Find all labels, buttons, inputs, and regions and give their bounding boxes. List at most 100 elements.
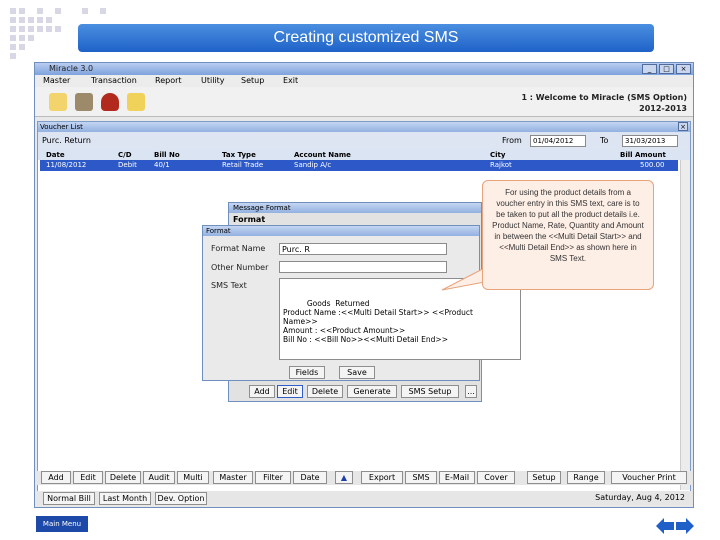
format-edit-button[interactable]: Edit — [277, 385, 303, 398]
new-document-icon[interactable] — [49, 93, 67, 111]
decorative-dot — [28, 26, 34, 32]
decorative-dot — [37, 17, 43, 23]
to-date-field[interactable]: 31/03/2013 — [622, 135, 678, 147]
from-date-field[interactable]: 01/04/2012 — [530, 135, 586, 147]
status-tab-dev-option[interactable]: Dev. Option — [155, 492, 207, 505]
decorative-dot — [10, 26, 16, 32]
decorative-dot — [55, 26, 61, 32]
decorative-dot — [19, 44, 25, 50]
close-button[interactable]: × — [676, 64, 691, 74]
menu-bar: Master Transaction Report Utility Setup … — [35, 75, 693, 87]
column-bill-amount[interactable]: Bill Amount — [620, 150, 666, 160]
add-button[interactable]: Add — [41, 471, 71, 484]
action-button-bar: Add Edit Delete Audit Multi Master Filte… — [37, 471, 693, 485]
decorative-dot — [37, 8, 43, 14]
menu-utility[interactable]: Utility — [201, 75, 225, 87]
menu-exit[interactable]: Exit — [283, 75, 298, 87]
format-generate-button[interactable]: Generate — [347, 385, 397, 398]
column-bill-no[interactable]: Bill No — [154, 150, 180, 160]
decorative-dot — [10, 44, 16, 50]
format-more-button[interactable]: ... — [465, 385, 477, 398]
money-bag-icon[interactable] — [101, 93, 119, 111]
audit-button[interactable]: Audit — [143, 471, 175, 484]
save-button[interactable]: Save — [339, 366, 375, 379]
main-menu-button[interactable]: Main Menu — [36, 516, 88, 532]
grid-header: Date C/D Bill No Tax Type Account Name C… — [38, 150, 690, 160]
format-tab[interactable]: Format — [231, 215, 265, 224]
sms-text-label: SMS Text — [211, 281, 247, 290]
voucher-list-scrollbar[interactable] — [680, 160, 690, 490]
column-cd[interactable]: C/D — [118, 150, 132, 160]
window-title: Miracle 3.0 — [35, 63, 693, 75]
cell-cd: Debit — [118, 161, 137, 169]
minimize-button[interactable]: _ — [642, 64, 657, 74]
column-city[interactable]: City — [490, 150, 505, 160]
format-dialog-title: Format — [203, 226, 479, 236]
fields-button[interactable]: Fields — [289, 366, 325, 379]
welcome-text: 1 : Welcome to Miracle (SMS Option) 2012… — [521, 93, 687, 113]
delete-button[interactable]: Delete — [105, 471, 141, 484]
date-button[interactable]: Date — [293, 471, 327, 484]
status-date: Saturday, Aug 4, 2012 — [595, 493, 685, 502]
message-format-title: Message Format — [229, 203, 481, 213]
export-button[interactable]: Export — [361, 471, 403, 484]
edit-button[interactable]: Edit — [73, 471, 103, 484]
decorative-dot — [10, 53, 16, 59]
voucher-list-close-button[interactable]: × — [678, 122, 688, 131]
status-bar: Normal Bill Last Month Dev. Option Satur… — [37, 491, 693, 505]
master-button[interactable]: Master — [213, 471, 253, 484]
decorative-dot — [10, 35, 16, 41]
multi-button[interactable]: Multi — [177, 471, 209, 484]
menu-transaction[interactable]: Transaction — [91, 75, 137, 87]
status-tab-normal-bill[interactable]: Normal Bill — [43, 492, 95, 505]
navigation-arrows-icon[interactable] — [654, 516, 696, 536]
other-number-label: Other Number — [211, 263, 269, 272]
cover-button[interactable]: Cover — [477, 471, 515, 484]
sort-up-icon[interactable]: ▲ — [335, 471, 353, 484]
setup-button[interactable]: Setup — [527, 471, 561, 484]
to-label: To — [600, 136, 609, 145]
sms-text-content: Goods Returned Product Name :<<Multi Det… — [283, 299, 473, 344]
column-tax-type[interactable]: Tax Type — [222, 150, 256, 160]
format-delete-button[interactable]: Delete — [307, 385, 343, 398]
decorative-dot — [46, 17, 52, 23]
format-add-button[interactable]: Add — [249, 385, 275, 398]
voucher-print-button[interactable]: Voucher Print — [611, 471, 687, 484]
format-dialog: Format Format Name Purc. R Other Number … — [202, 225, 521, 381]
status-tab-last-month[interactable]: Last Month — [99, 492, 151, 505]
maximize-button[interactable]: □ — [659, 64, 674, 74]
decorative-dot — [10, 17, 16, 23]
callout-note: For using the product details from a vou… — [482, 180, 654, 290]
format-button-bar: Add Edit Delete Generate SMS Setup ... — [229, 383, 481, 401]
sms-button[interactable]: SMS — [405, 471, 437, 484]
cell-bill-no: 40/1 — [154, 161, 170, 169]
format-sms-setup-button[interactable]: SMS Setup — [401, 385, 459, 398]
decorative-dot — [19, 8, 25, 14]
menu-report[interactable]: Report — [155, 75, 182, 87]
decorative-dot — [55, 8, 61, 14]
menu-setup[interactable]: Setup — [241, 75, 264, 87]
tools-icon[interactable] — [75, 93, 93, 111]
voucher-list-title: Voucher List — [38, 122, 690, 132]
table-row[interactable]: 11/08/2012 Debit 40/1 Retail Trade Sandi… — [40, 160, 678, 171]
notepad-icon[interactable] — [127, 93, 145, 111]
other-number-field[interactable] — [279, 261, 447, 273]
column-date[interactable]: Date — [46, 150, 65, 160]
decorative-dot — [28, 17, 34, 23]
decorative-dot — [10, 8, 16, 14]
format-name-field[interactable]: Purc. R — [279, 243, 447, 255]
menu-master[interactable]: Master — [43, 75, 70, 87]
cell-bill-amount: 500.00 — [640, 161, 665, 169]
filter-button[interactable]: Filter — [255, 471, 291, 484]
decorative-dot — [28, 35, 34, 41]
filter-bar: Purc. Return From 01/04/2012 To 31/03/20… — [38, 132, 690, 150]
email-button[interactable]: E-Mail — [439, 471, 475, 484]
range-button[interactable]: Range — [567, 471, 605, 484]
decorative-dot — [19, 26, 25, 32]
column-account-name[interactable]: Account Name — [294, 150, 351, 160]
cell-city: Rajkot — [490, 161, 512, 169]
decorative-dot — [100, 8, 106, 14]
slide-title: Creating customized SMS — [78, 24, 654, 52]
decorative-dot — [37, 26, 43, 32]
voucher-type-label: Purc. Return — [42, 136, 91, 145]
